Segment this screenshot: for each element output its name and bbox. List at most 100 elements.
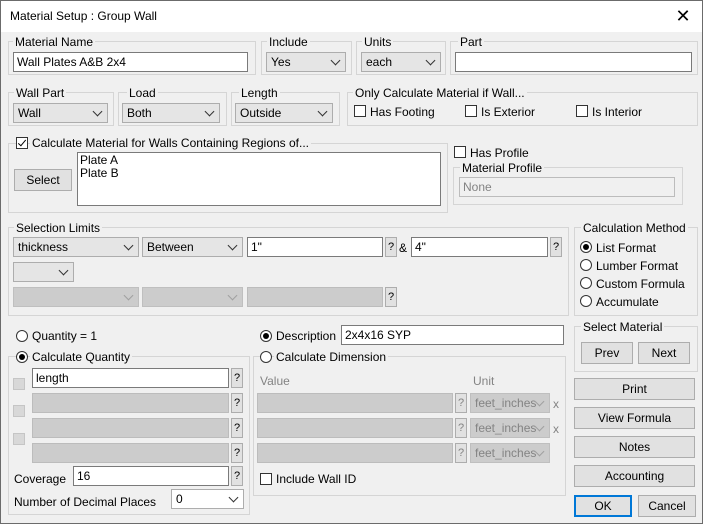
- dim1-help-button[interactable]: ?: [455, 393, 467, 413]
- length-label: Length: [239, 86, 280, 100]
- prev-button[interactable]: Prev: [581, 342, 633, 364]
- material-profile-input[interactable]: None: [459, 177, 675, 197]
- chevron-down-icon: [317, 106, 328, 117]
- chevron-down-icon: [123, 290, 134, 301]
- list-item[interactable]: Plate A: [80, 154, 438, 167]
- notes-button[interactable]: Notes: [574, 436, 695, 458]
- decimal-places-label: Number of Decimal Places: [14, 495, 157, 509]
- limit-min-input[interactable]: 1": [247, 237, 383, 257]
- dim1-value-input[interactable]: [257, 393, 453, 413]
- description-input[interactable]: 2x4x16 SYP: [341, 325, 564, 345]
- value-header: Value: [260, 374, 290, 388]
- limit-operator-select[interactable]: Between: [142, 237, 243, 257]
- list-item[interactable]: Plate B: [80, 167, 438, 180]
- calc-method-label: Calculation Method: [581, 221, 688, 235]
- calc-dimension-radio[interactable]: [260, 351, 272, 363]
- part-input[interactable]: [455, 52, 692, 72]
- part-label: Part: [458, 35, 485, 49]
- view-formula-button[interactable]: View Formula: [574, 407, 695, 429]
- ok-button[interactable]: OK: [574, 495, 632, 517]
- description-label: Description: [276, 329, 337, 343]
- calc-regions-checkbox[interactable]: [16, 137, 28, 149]
- include-wall-id-label: Include Wall ID: [276, 472, 357, 486]
- has-profile-label: Has Profile: [470, 146, 529, 160]
- coverage-help-button[interactable]: ?: [231, 466, 243, 486]
- limit-max-input[interactable]: 4": [411, 237, 548, 257]
- is-exterior-label: Is Exterior: [481, 105, 536, 119]
- material-setup-dialog: Material Setup : Group Wall ✕ Material N…: [0, 0, 703, 524]
- limit2-min-input[interactable]: [247, 287, 383, 307]
- list-format-label: List Format: [596, 241, 657, 255]
- limit2-operator-select[interactable]: [142, 287, 243, 307]
- formula1-help-button[interactable]: ?: [231, 368, 243, 388]
- unit-header: Unit: [473, 374, 495, 388]
- quantity-eq-1-radio[interactable]: [16, 330, 28, 342]
- custom-formula-label: Custom Formula: [596, 277, 685, 291]
- formula2-checkbox[interactable]: [13, 405, 25, 417]
- decimal-places-select[interactable]: 0: [171, 489, 244, 509]
- formula1-input[interactable]: length: [32, 368, 229, 388]
- length-select[interactable]: Outside: [235, 103, 333, 123]
- material-name-input[interactable]: Wall Plates A&B 2x4: [13, 52, 248, 72]
- dim3-unit-select[interactable]: feet_inches: [470, 443, 550, 463]
- include-wall-id-checkbox[interactable]: [260, 473, 272, 485]
- dim2-unit-select[interactable]: feet_inches: [470, 418, 550, 438]
- limit-field-select[interactable]: thickness: [13, 237, 139, 257]
- units-label: Units: [362, 35, 394, 49]
- title-bar: Material Setup : Group Wall ✕: [1, 1, 702, 32]
- accounting-button[interactable]: Accounting: [574, 465, 695, 487]
- dim3-help-button[interactable]: ?: [455, 443, 467, 463]
- coverage-input[interactable]: 16: [73, 466, 229, 486]
- dim2-unit-value: feet_inches: [475, 421, 537, 435]
- formula4-help-button[interactable]: ?: [231, 443, 243, 463]
- has-footing-checkbox[interactable]: [354, 105, 366, 117]
- print-button[interactable]: Print: [574, 378, 695, 400]
- dim2-value-input[interactable]: [257, 418, 453, 438]
- limit-conjunction-select[interactable]: [13, 262, 74, 282]
- is-interior-label: Is Interior: [592, 105, 643, 119]
- accumulate-radio[interactable]: [580, 295, 592, 307]
- next-button[interactable]: Next: [638, 342, 690, 364]
- calc-dimension-label: Calculate Dimension: [274, 350, 389, 364]
- material-profile-label: Material Profile: [460, 161, 545, 175]
- chevron-down-icon: [425, 55, 436, 66]
- load-select[interactable]: Both: [122, 103, 220, 123]
- formula2-help-button[interactable]: ?: [231, 393, 243, 413]
- dim1-unit-select[interactable]: feet_inches: [470, 393, 550, 413]
- formula3-help-button[interactable]: ?: [231, 418, 243, 438]
- is-interior-checkbox[interactable]: [576, 105, 588, 117]
- close-icon[interactable]: ✕: [670, 4, 696, 28]
- and-label: &: [399, 241, 408, 255]
- cancel-button[interactable]: Cancel: [638, 495, 696, 517]
- custom-formula-radio[interactable]: [580, 277, 592, 289]
- is-exterior-checkbox[interactable]: [465, 105, 477, 117]
- lumber-format-radio[interactable]: [580, 259, 592, 271]
- limit-min-help-button[interactable]: ?: [385, 237, 397, 257]
- list-format-radio[interactable]: [580, 241, 592, 253]
- description-radio[interactable]: [260, 330, 272, 342]
- coverage-label: Coverage: [14, 472, 67, 486]
- chevron-down-icon: [58, 265, 69, 276]
- decimal-places-value: 0: [176, 492, 183, 506]
- formula4-input[interactable]: [32, 443, 229, 463]
- limit-max-help-button[interactable]: ?: [550, 237, 562, 257]
- dim3-value-input[interactable]: [257, 443, 453, 463]
- formula3-input[interactable]: [32, 418, 229, 438]
- regions-list[interactable]: Plate A Plate B: [77, 152, 441, 206]
- select-regions-button[interactable]: Select: [14, 169, 72, 191]
- calc-quantity-radio[interactable]: [16, 351, 28, 363]
- dim2-help-button[interactable]: ?: [455, 418, 467, 438]
- limit2-help-button[interactable]: ?: [385, 287, 397, 307]
- formula1-checkbox[interactable]: [13, 378, 25, 390]
- has-profile-checkbox[interactable]: [454, 146, 466, 158]
- limit2-field-select[interactable]: [13, 287, 139, 307]
- wall-part-value: Wall: [18, 106, 41, 120]
- dim1-x-label: x: [553, 397, 559, 411]
- formula2-input[interactable]: [32, 393, 229, 413]
- include-select[interactable]: Yes: [266, 52, 346, 72]
- wall-part-select[interactable]: Wall: [13, 103, 108, 123]
- units-select[interactable]: each: [361, 52, 441, 72]
- dim3-unit-value: feet_inches: [475, 446, 537, 460]
- formula4-checkbox[interactable]: [13, 433, 25, 445]
- calc-quantity-label: Calculate Quantity: [30, 350, 133, 364]
